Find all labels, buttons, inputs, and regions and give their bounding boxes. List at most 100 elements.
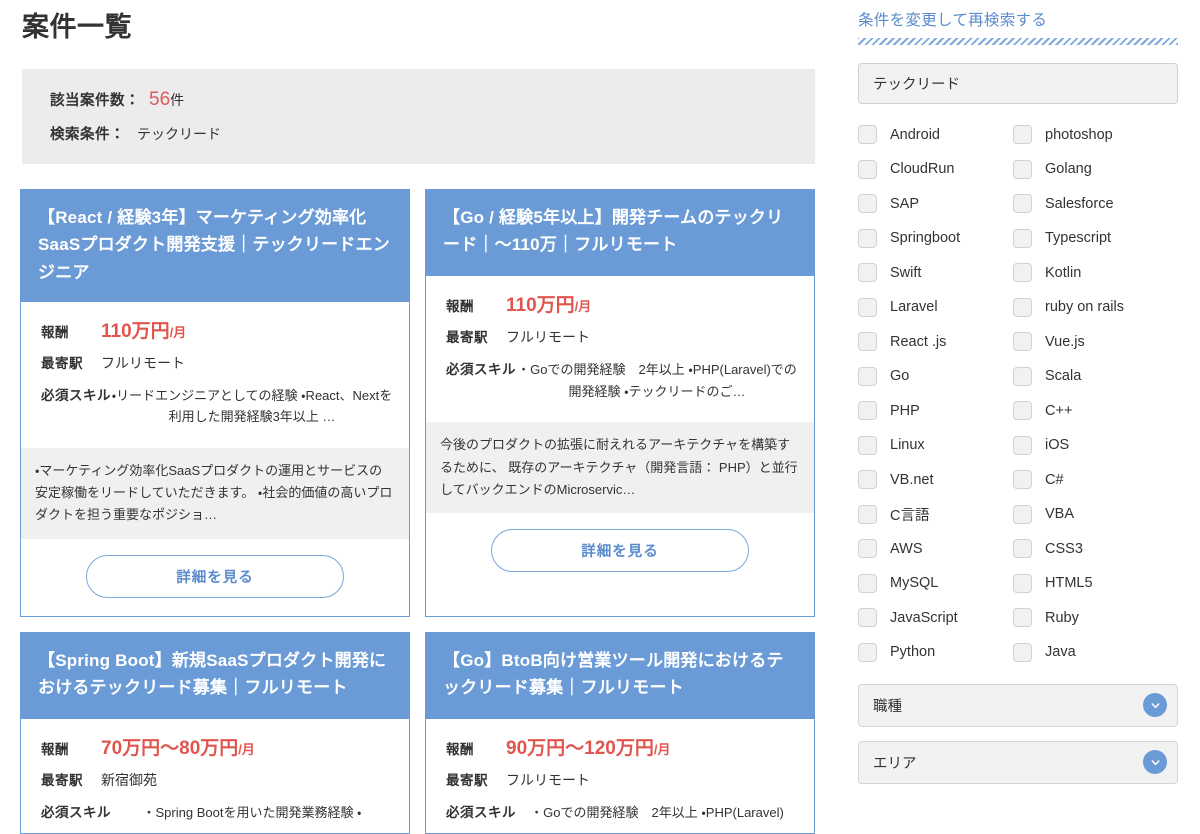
checkbox-icon[interactable] [1013, 642, 1032, 662]
skill-checkbox-item[interactable]: C++ [1013, 394, 1168, 429]
skill-checkbox-item[interactable]: AWS [858, 532, 1013, 567]
skill-checkbox-item[interactable]: C# [1013, 463, 1168, 498]
chevron-down-icon[interactable] [1143, 693, 1167, 718]
checkbox-icon[interactable] [858, 642, 877, 662]
result-count-row: 該当案件数： 56 件 [50, 89, 815, 112]
checkbox-icon[interactable] [1013, 435, 1032, 455]
job-station-label: 最寄駅 [41, 772, 83, 788]
skill-checkbox-label: Android [890, 126, 940, 143]
checkbox-icon[interactable] [1013, 539, 1032, 559]
skill-checkbox-item[interactable]: CSS3 [1013, 532, 1168, 567]
checkbox-icon[interactable] [1013, 573, 1032, 593]
area-select[interactable]: エリア [858, 740, 1178, 784]
job-card-footer: 詳細を見る [426, 513, 814, 591]
skill-checkbox-item[interactable]: Typescript [1013, 221, 1168, 256]
checkbox-icon[interactable] [1013, 125, 1032, 145]
skill-checkbox-label: Ruby [1045, 609, 1079, 626]
checkbox-icon[interactable] [1013, 470, 1032, 490]
skill-checkbox-label: C言語 [890, 507, 930, 524]
chevron-down-icon[interactable] [1143, 750, 1167, 775]
job-card[interactable]: 【Go】BtoB向け営業ツール開発におけるテックリード募集｜フルリモート 報酬 … [425, 631, 815, 834]
skill-checkbox-item[interactable]: VBA [1013, 497, 1168, 532]
job-card[interactable]: 【Go / 経験5年以上】開発チームのテックリード｜〜110万｜フルリモート 報… [425, 189, 815, 617]
checkbox-icon[interactable] [1013, 504, 1032, 524]
checkbox-icon[interactable] [1013, 401, 1032, 421]
skill-checkbox-item[interactable]: C言語 [858, 497, 1013, 532]
skill-checkbox-item[interactable]: VB.net [858, 463, 1013, 498]
checkbox-icon[interactable] [858, 435, 877, 455]
skill-checkbox-item[interactable]: Vue.js [1013, 325, 1168, 360]
checkbox-icon[interactable] [858, 332, 877, 352]
job-skill-value: ・Goでの開発経験 2年以上 ・PHP(Laravel)での開発経験 ・テックリ… [517, 362, 797, 399]
checkbox-icon[interactable] [858, 194, 877, 214]
detail-button[interactable]: 詳細を見る [86, 554, 344, 598]
skill-checkbox-item[interactable]: photoshop [1013, 118, 1168, 153]
checkbox-icon[interactable] [858, 125, 877, 145]
skill-checkbox-label: VB.net [890, 471, 934, 488]
skill-checkbox-item[interactable]: ruby on rails [1013, 290, 1168, 325]
checkbox-icon[interactable] [858, 401, 877, 421]
skill-checkbox-item[interactable]: Linux [858, 428, 1013, 463]
checkbox-icon[interactable] [1013, 194, 1032, 214]
skill-checkbox-item[interactable]: Golang [1013, 152, 1168, 187]
skill-checkbox-item[interactable]: React .js [858, 325, 1013, 360]
job-category-select[interactable]: 職種 [858, 683, 1178, 727]
keyword-search-input[interactable] [858, 62, 1178, 104]
checkbox-icon[interactable] [858, 504, 877, 524]
checkbox-icon[interactable] [858, 470, 877, 490]
area-select-label: エリア [873, 755, 917, 772]
checkbox-icon[interactable] [1013, 297, 1032, 317]
skill-checkbox-item[interactable]: Springboot [858, 221, 1013, 256]
detail-button[interactable]: 詳細を見る [491, 529, 749, 573]
checkbox-icon[interactable] [858, 539, 877, 559]
skill-checkbox-item[interactable]: SAP [858, 187, 1013, 222]
skill-checkbox-item[interactable]: JavaScript [858, 601, 1013, 636]
checkbox-icon[interactable] [858, 366, 877, 386]
job-pay-row: 報酬 70万円〜80万円/月 [41, 733, 393, 760]
skill-checkbox-item[interactable]: Laravel [858, 290, 1013, 325]
skill-checkbox-label: CSS3 [1045, 540, 1083, 557]
checkbox-icon[interactable] [858, 297, 877, 317]
skill-checkbox-label: C# [1045, 471, 1064, 488]
skill-checkbox-item[interactable]: Ruby [1013, 601, 1168, 636]
skill-checkbox-item[interactable]: HTML5 [1013, 566, 1168, 601]
skill-checkbox-item[interactable]: Swift [858, 256, 1013, 291]
job-pay-row: 報酬 110万円/月 [446, 290, 798, 317]
skill-checkbox-label: Vue.js [1045, 333, 1085, 350]
skill-checkbox-item[interactable]: CloudRun [858, 152, 1013, 187]
skill-checkbox-item[interactable]: Salesforce [1013, 187, 1168, 222]
checkbox-icon[interactable] [1013, 608, 1032, 628]
checkbox-icon[interactable] [1013, 228, 1032, 248]
skill-checkbox-item[interactable]: PHP [858, 394, 1013, 429]
skill-checkbox-item[interactable]: Java [1013, 635, 1168, 670]
checkbox-icon[interactable] [1013, 332, 1032, 352]
job-search-page: 案件一覧 該当案件数： 56 件 検索条件： テックリード 【React / 経… [0, 0, 1200, 834]
job-skill-row: 必須スキル ・Goでの開発経験 2年以上 ・PHP(Laravel) [446, 801, 798, 823]
checkbox-icon[interactable] [1013, 263, 1032, 283]
checkbox-icon[interactable] [858, 228, 877, 248]
skill-checkbox-item[interactable]: Scala [1013, 359, 1168, 394]
search-summary-box: 該当案件数： 56 件 検索条件： テックリード [22, 69, 815, 165]
checkbox-icon[interactable] [1013, 366, 1032, 386]
skill-checkbox-item[interactable]: MySQL [858, 566, 1013, 601]
checkbox-icon[interactable] [858, 263, 877, 283]
skill-checkbox-item[interactable]: iOS [1013, 428, 1168, 463]
skill-checkbox-label: Kotlin [1045, 264, 1082, 281]
skill-checkbox-item[interactable]: Android [858, 118, 1013, 153]
checkbox-icon[interactable] [858, 573, 877, 593]
skill-checkbox-item[interactable]: Go [858, 359, 1013, 394]
job-card[interactable]: 【React / 経験3年】マーケティング効率化SaaSプロダクト開発支援｜テッ… [20, 189, 410, 617]
skill-checkbox-item[interactable]: Python [858, 635, 1013, 670]
checkbox-icon[interactable] [858, 159, 877, 179]
job-station-label: 最寄駅 [446, 772, 488, 788]
refine-search-link[interactable]: 条件を変更して再検索する [858, 10, 1178, 38]
job-pay-unit: /月 [238, 741, 255, 757]
job-card[interactable]: 【Spring Boot】新規SaaSプロダクト開発におけるテックリード募集｜フ… [20, 631, 410, 834]
result-count-label: 該当案件数： [50, 93, 140, 110]
checkbox-icon[interactable] [1013, 159, 1032, 179]
job-card-footer: 詳細を見る [21, 538, 409, 616]
skill-checkbox-label: ruby on rails [1045, 299, 1124, 316]
checkbox-icon[interactable] [858, 608, 877, 628]
job-pay-label: 報酬 [41, 741, 69, 757]
skill-checkbox-item[interactable]: Kotlin [1013, 256, 1168, 291]
